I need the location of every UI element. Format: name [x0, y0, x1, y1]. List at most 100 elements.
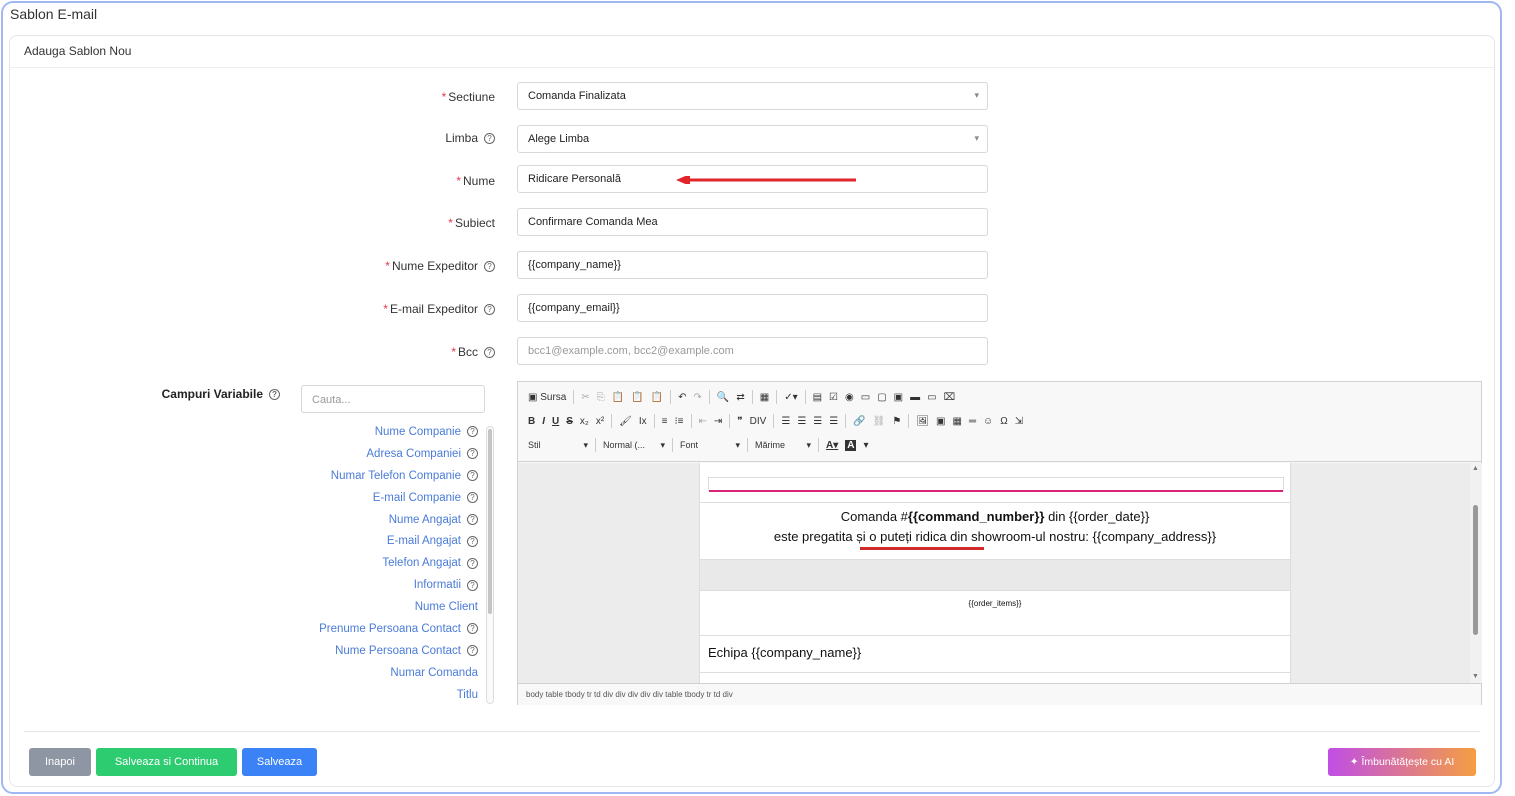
help-icon[interactable]: ? [484, 304, 495, 316]
outdent-icon[interactable]: ⇤ [699, 416, 707, 427]
bulleted-list-icon[interactable]: ⁝≡ [674, 416, 683, 427]
checkbox-icon[interactable]: ☑ [829, 392, 838, 403]
page-break-icon[interactable]: ⇲ [1015, 416, 1023, 427]
variables-scroll-thumb[interactable] [488, 429, 492, 614]
help-icon[interactable]: ? [467, 557, 478, 569]
variable-item[interactable]: E-mail Angajat? [290, 535, 478, 557]
flash-icon[interactable]: ▣ [936, 416, 945, 427]
variable-item[interactable]: Nume Companie? [290, 426, 478, 448]
help-icon[interactable]: ? [484, 261, 495, 273]
align-right-icon[interactable]: ☰ [813, 416, 822, 427]
unlink-icon[interactable]: ⛓ [873, 416, 886, 427]
indent-icon[interactable]: ⇥ [714, 416, 722, 427]
help-icon[interactable]: ? [484, 347, 495, 359]
remove-format-icon[interactable]: Ix [639, 416, 647, 427]
cut-icon[interactable]: ✂ [581, 392, 589, 403]
hidden-field-icon[interactable]: ⌧ [944, 392, 956, 403]
select-all-icon[interactable]: ▦ [760, 392, 769, 403]
help-icon[interactable]: ? [484, 133, 495, 145]
copy-format-icon[interactable]: 🖌 [619, 416, 632, 427]
horizontal-line-icon[interactable]: ═ [969, 416, 976, 427]
variable-item[interactable]: Informatii? [290, 579, 478, 601]
table-icon[interactable]: ▦ [953, 416, 962, 427]
variable-item[interactable]: Nume Persoana Contact? [290, 645, 478, 667]
form-icon[interactable]: ▤ [813, 392, 822, 403]
anchor-icon[interactable]: ⚑ [892, 416, 901, 427]
email-expeditor-input[interactable]: {{company_email}} [517, 294, 988, 322]
superscript-icon[interactable]: x² [596, 416, 604, 427]
nume-expeditor-input[interactable]: {{company_name}} [517, 251, 988, 279]
textarea-icon[interactable]: ▢ [877, 392, 886, 403]
help-icon[interactable]: ? [467, 623, 478, 635]
help-icon[interactable]: ? [467, 579, 478, 591]
align-left-icon[interactable]: ☰ [781, 416, 790, 427]
sectiune-select[interactable]: Comanda Finalizata [517, 82, 988, 110]
variable-item[interactable]: E-mail Companie? [290, 492, 478, 514]
bcc-input[interactable]: bcc1@example.com, bcc2@example.com [517, 337, 988, 365]
limba-select[interactable]: Alege Limba [517, 125, 988, 153]
variable-item[interactable]: Numar Comanda [290, 667, 478, 689]
justify-icon[interactable]: ☰ [829, 416, 838, 427]
help-icon[interactable]: ? [467, 448, 478, 460]
format-dropdown[interactable]: Normal (... ▾ [603, 440, 665, 451]
style-dropdown[interactable]: Stil ▾ [528, 440, 588, 451]
variable-item[interactable]: Prenume Persoana Contact? [290, 623, 478, 645]
scroll-up-icon[interactable]: ▲ [1472, 465, 1479, 472]
help-icon[interactable]: ? [467, 514, 478, 526]
size-dropdown[interactable]: Mărime ▾ [755, 440, 811, 451]
find-icon[interactable]: 🔍 [717, 392, 729, 403]
radio-icon[interactable]: ◉ [845, 392, 854, 403]
div-container-icon[interactable]: DIV [750, 416, 767, 427]
ai-improve-button[interactable]: ✦ Îmbunătățește cu AI [1328, 748, 1476, 776]
paste-icon[interactable]: 📋 [612, 392, 624, 403]
help-icon[interactable]: ? [467, 426, 478, 438]
save-and-continue-button[interactable]: Salveaza si Continua [96, 748, 237, 776]
strikethrough-icon[interactable]: S [566, 416, 573, 427]
back-button[interactable]: Inapoi [29, 748, 91, 776]
subiect-input[interactable]: Confirmare Comanda Mea [517, 208, 988, 236]
editor-scrollbar[interactable]: ▲ ▼ [1470, 463, 1482, 683]
text-color-icon[interactable]: A▾ [826, 440, 838, 451]
underline-icon[interactable]: U [552, 416, 559, 427]
font-dropdown[interactable]: Font ▾ [680, 440, 740, 451]
variable-item[interactable]: Telefon Angajat? [290, 557, 478, 579]
image-button-icon[interactable]: ▭ [927, 392, 936, 403]
help-icon[interactable]: ? [467, 470, 478, 482]
select-field-icon[interactable]: ▣ [894, 392, 903, 403]
variable-item[interactable]: Titlu [290, 689, 478, 711]
replace-icon[interactable]: ⇄ [736, 392, 744, 403]
editor-scroll-thumb[interactable] [1473, 505, 1478, 635]
help-icon[interactable]: ? [467, 535, 478, 547]
variable-item[interactable]: Nume Angajat? [290, 514, 478, 536]
paste-text-icon[interactable]: 📋 [631, 392, 643, 403]
numbered-list-icon[interactable]: ≡ [662, 416, 668, 427]
italic-icon[interactable]: I [542, 416, 545, 427]
button-icon[interactable]: ▬ [910, 392, 920, 403]
image-icon[interactable]: 🖼 [916, 416, 929, 427]
variable-item[interactable]: Adresa Companiei? [290, 448, 478, 470]
paste-word-icon[interactable]: 📋 [651, 392, 663, 403]
help-icon[interactable]: ? [269, 389, 280, 401]
help-icon[interactable]: ? [467, 492, 478, 504]
source-button[interactable]: ▣ Sursa [528, 392, 566, 403]
scroll-down-icon[interactable]: ▼ [1472, 673, 1479, 680]
bold-icon[interactable]: B [528, 416, 535, 427]
variable-item[interactable]: Nume Client [290, 601, 478, 623]
blockquote-icon[interactable]: ❞ [737, 416, 742, 427]
help-icon[interactable]: ? [467, 645, 478, 657]
special-char-icon[interactable]: Ω [1000, 416, 1007, 427]
subscript-icon[interactable]: x₂ [580, 416, 589, 427]
variables-search-input[interactable]: Cauta... [301, 385, 485, 413]
redo-icon[interactable]: ↷ [694, 392, 702, 403]
undo-icon[interactable]: ↶ [678, 392, 686, 403]
editor-content-area[interactable]: Comanda #{{command_number}} din {{order_… [518, 463, 1470, 683]
save-button[interactable]: Salveaza [242, 748, 317, 776]
variable-item[interactable]: Numar Telefon Companie? [290, 470, 478, 492]
align-center-icon[interactable]: ☰ [797, 416, 806, 427]
background-color-icon[interactable]: A [845, 439, 857, 451]
link-icon[interactable]: 🔗 [853, 416, 865, 427]
copy-icon[interactable]: ⎘ [597, 392, 605, 403]
editor-element-path[interactable]: body table tbody tr td div div div div d… [518, 683, 1481, 705]
textfield-icon[interactable]: ▭ [861, 392, 870, 403]
smiley-icon[interactable]: ☺ [983, 416, 993, 427]
